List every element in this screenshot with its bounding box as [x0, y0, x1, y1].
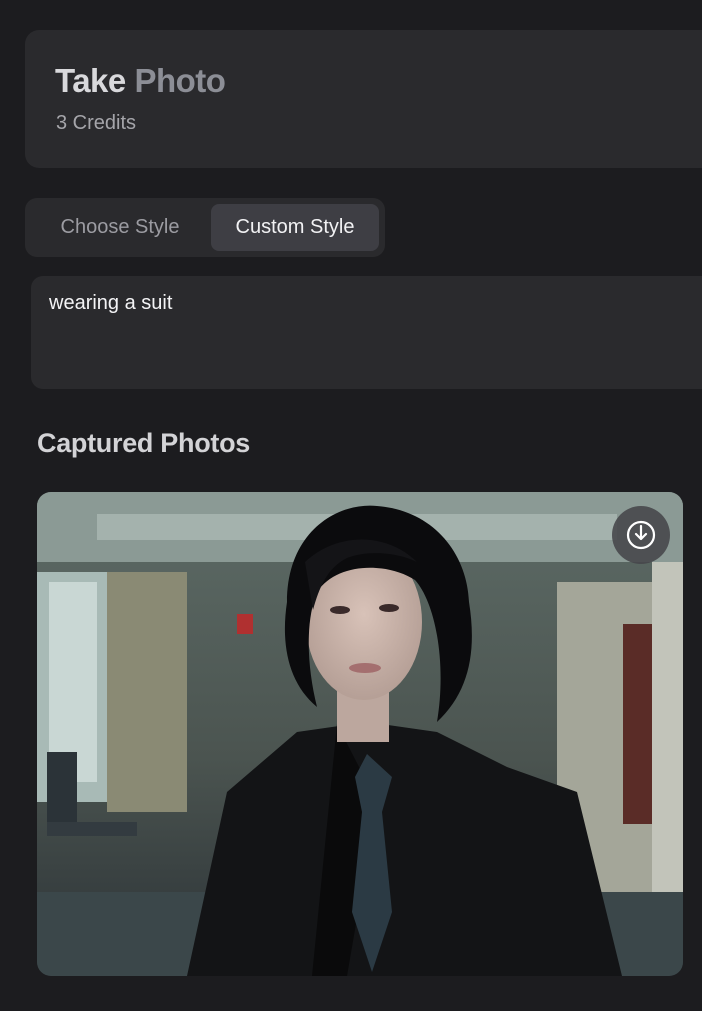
credits-label: 3 Credits [56, 112, 137, 134]
header-card: Take Photo 3 Credits [25, 30, 702, 168]
captured-photo-image [37, 492, 683, 976]
custom-style-prompt-input[interactable]: wearing a suit [31, 276, 702, 389]
captured-photos-title: Captured Photos [37, 428, 251, 458]
page-title: Take Photo [55, 62, 226, 100]
title-word-photo: Photo [134, 62, 226, 99]
tab-choose-style[interactable]: Choose Style [31, 204, 209, 251]
style-tabs: Choose Style Custom Style [25, 198, 385, 257]
download-icon [626, 520, 656, 550]
title-word-take: Take [55, 62, 126, 99]
prompt-text: wearing a suit [49, 292, 173, 314]
tab-custom-style[interactable]: Custom Style [211, 204, 379, 251]
captured-photo[interactable] [37, 492, 683, 976]
download-button[interactable] [612, 506, 670, 564]
